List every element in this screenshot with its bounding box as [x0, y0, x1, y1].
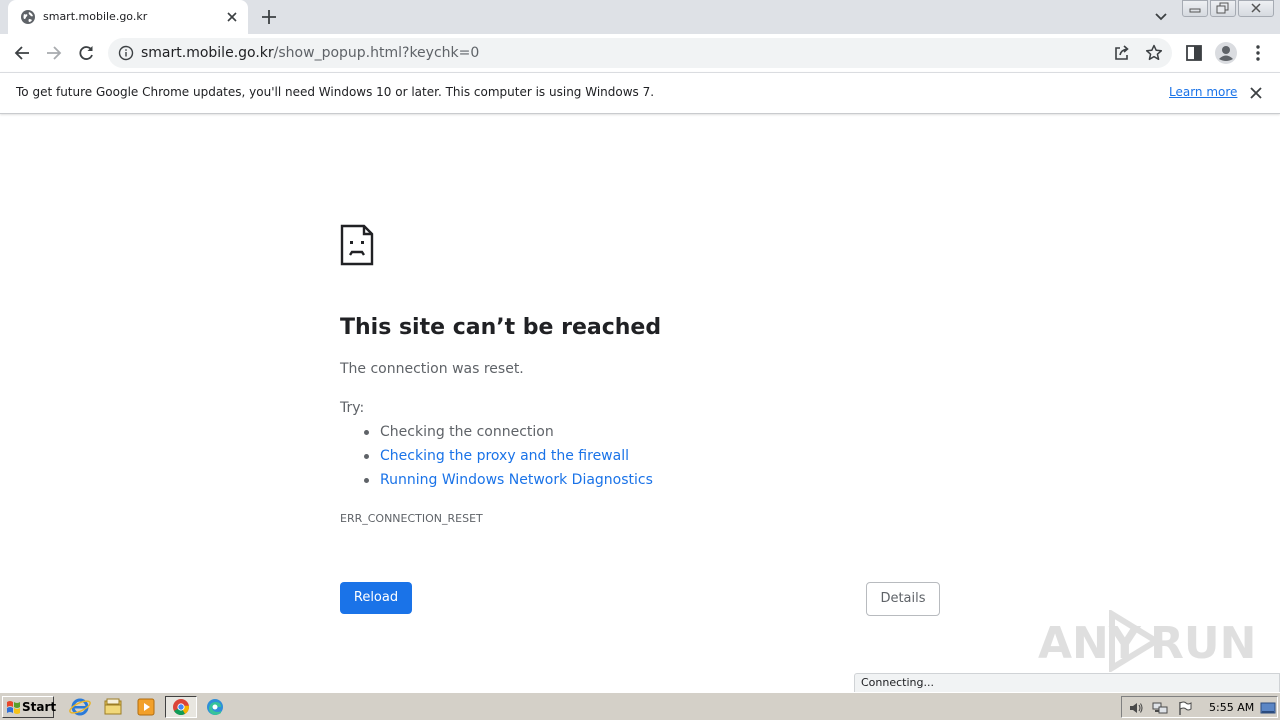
- site-info-icon[interactable]: [118, 45, 134, 61]
- suggestion-link-proxy[interactable]: Checking the proxy and the firewall: [340, 446, 653, 470]
- url-text: smart.mobile.go.kr/show_popup.html?keych…: [141, 45, 479, 61]
- update-infobar: To get future Google Chrome updates, you…: [0, 72, 1280, 114]
- tab-title: smart.mobile.go.kr: [43, 10, 148, 23]
- status-bubble: Connecting...: [854, 673, 1280, 692]
- tab-search-chevron-icon[interactable]: [1151, 8, 1171, 26]
- share-icon[interactable]: [1112, 43, 1132, 63]
- action-center-flag-icon[interactable]: [1177, 700, 1193, 716]
- reload-icon[interactable]: [76, 43, 96, 63]
- new-tab-plus-icon[interactable]: [259, 7, 279, 27]
- restore-button[interactable]: [1210, 0, 1236, 17]
- window-close-icon: [1251, 3, 1261, 13]
- suggestion-list: Checking the connection Checking the pro…: [340, 422, 653, 494]
- error-title: This site can’t be reached: [340, 315, 662, 340]
- infobar-close-icon[interactable]: [1248, 85, 1264, 101]
- windows-taskbar: Start 5:55 AM: [0, 692, 1280, 720]
- side-panel-icon[interactable]: [1184, 43, 1204, 63]
- internet-explorer-icon[interactable]: [68, 696, 92, 718]
- browser-toolbar: smart.mobile.go.kr/show_popup.html?keych…: [0, 34, 1280, 72]
- minimize-button[interactable]: [1182, 0, 1208, 17]
- learn-more-link[interactable]: Learn more: [1169, 85, 1237, 99]
- profile-avatar-icon[interactable]: [1214, 41, 1238, 65]
- error-description: The connection was reset.: [340, 361, 524, 377]
- try-label: Try:: [340, 400, 365, 416]
- back-arrow-icon[interactable]: [12, 43, 32, 63]
- window-controls: [1182, 0, 1276, 18]
- tab-close-icon[interactable]: [224, 9, 240, 25]
- url-path: /show_popup.html?keychk=0: [273, 45, 480, 61]
- start-button[interactable]: Start: [2, 696, 57, 718]
- sad-page-icon: [340, 224, 374, 266]
- suggestion-link-diagnostics[interactable]: Running Windows Network Diagnostics: [340, 470, 653, 494]
- error-code: ERR_CONNECTION_RESET: [340, 512, 483, 525]
- watermark-right: RUN: [1150, 618, 1257, 669]
- chrome-taskbar-button[interactable]: [165, 696, 197, 718]
- tab-strip: smart.mobile.go.kr: [0, 0, 1280, 34]
- reload-button[interactable]: Reload: [340, 582, 412, 614]
- minimize-icon: [1189, 8, 1201, 13]
- network-icon[interactable]: [1152, 700, 1168, 716]
- suggestion-item: Checking the connection: [340, 422, 653, 446]
- show-desktop-icon[interactable]: [1260, 700, 1276, 716]
- url-host: smart.mobile.go.kr: [141, 45, 274, 61]
- start-label: Start: [22, 700, 57, 714]
- globe-icon: [21, 10, 35, 24]
- address-bar[interactable]: smart.mobile.go.kr/show_popup.html?keych…: [108, 38, 1172, 68]
- details-button[interactable]: Details: [866, 582, 940, 616]
- windows-flag-icon: [7, 701, 20, 714]
- bookmark-star-icon[interactable]: [1144, 43, 1164, 63]
- edge-icon[interactable]: [203, 696, 227, 718]
- anyrun-watermark-logo: ANY RUN: [1036, 608, 1256, 674]
- more-menu-icon[interactable]: [1248, 43, 1268, 63]
- system-tray: 5:55 AM: [1121, 696, 1278, 718]
- window-close-button[interactable]: [1238, 0, 1274, 17]
- taskbar-clock[interactable]: 5:55 AM: [1209, 701, 1254, 714]
- restore-icon: [1216, 2, 1229, 14]
- chrome-icon: [173, 699, 189, 715]
- tab-active[interactable]: smart.mobile.go.kr: [8, 0, 248, 34]
- infobar-message: To get future Google Chrome updates, you…: [16, 85, 655, 99]
- forward-arrow-icon[interactable]: [44, 43, 64, 63]
- status-text: Connecting...: [861, 676, 934, 689]
- volume-icon[interactable]: [1128, 700, 1144, 716]
- file-explorer-icon[interactable]: [101, 696, 125, 718]
- media-player-icon[interactable]: [134, 696, 158, 718]
